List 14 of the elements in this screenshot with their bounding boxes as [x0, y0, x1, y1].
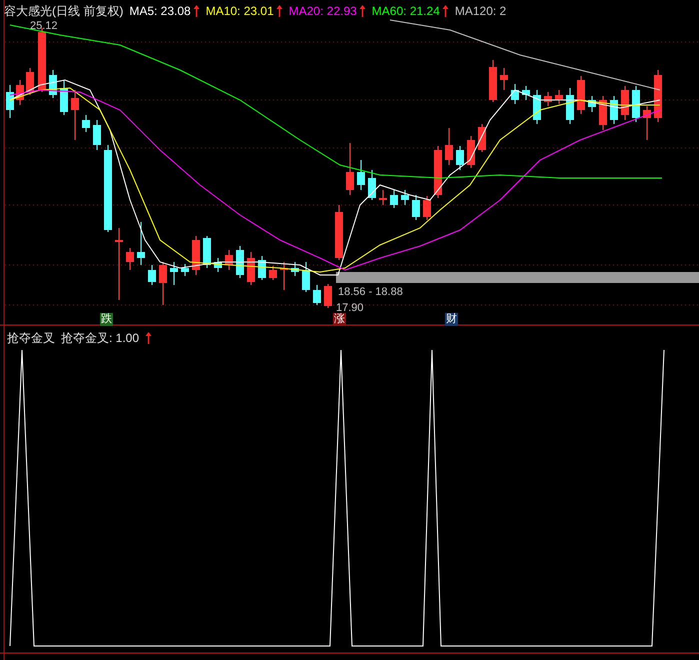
- moving-average-value: MA120: 2: [454, 3, 506, 20]
- moving-average-value: MA60: 21.24: [372, 3, 440, 20]
- chart-title: 容大感光(日线 前复权): [4, 3, 124, 20]
- moving-average-value: MA5: 23.08: [129, 3, 191, 20]
- price-label: 25.12: [30, 19, 58, 34]
- event-tag: 涨: [333, 313, 346, 326]
- event-tag: 跌: [100, 313, 113, 326]
- indicator-name: 抢夺金叉: [7, 330, 55, 347]
- moving-average-value: MA10: 23.01: [206, 3, 274, 20]
- price-label: 17.90: [336, 301, 364, 314]
- event-tag: 财: [445, 313, 458, 326]
- indicator-value: 抢夺金叉: 1.00: [61, 330, 140, 347]
- price-label: 18.56 - 18.88: [338, 285, 403, 300]
- moving-average-value: MA20: 22.93: [288, 3, 357, 20]
